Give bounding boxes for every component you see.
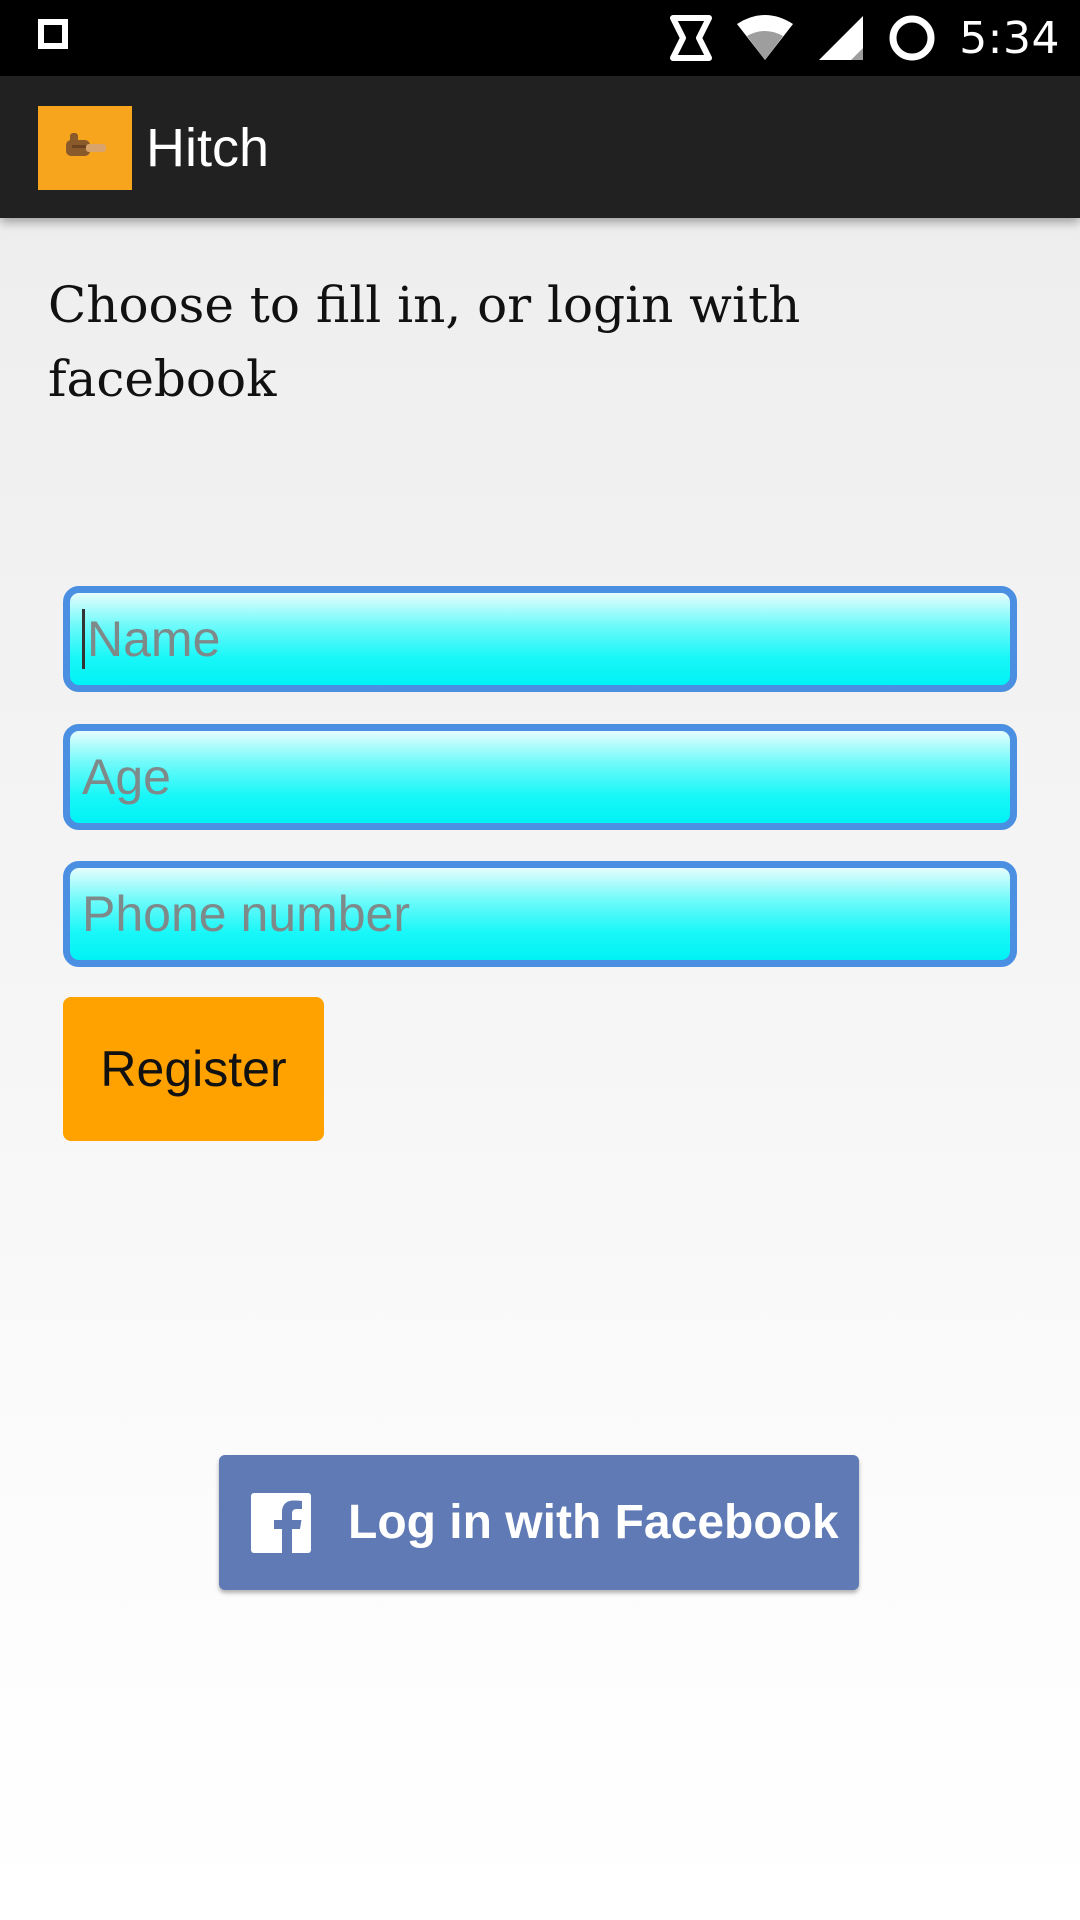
app-title: Hitch — [146, 118, 270, 178]
facebook-login-button[interactable]: Log in with Facebook — [219, 1455, 859, 1590]
cell-signal-icon — [817, 14, 865, 62]
name-field[interactable]: Name — [63, 586, 1017, 692]
app-logo — [38, 106, 132, 190]
facebook-f-icon — [251, 1492, 311, 1553]
data-sync-icon — [669, 14, 713, 62]
name-placeholder: Name — [87, 611, 221, 667]
register-button[interactable]: Register — [63, 997, 324, 1141]
status-bar: 5:34 — [0, 0, 1080, 76]
phone-number-placeholder: Phone number — [82, 886, 411, 942]
age-field[interactable]: Age — [63, 724, 1017, 830]
thumbs-up-hitchhike-icon — [62, 131, 108, 165]
age-placeholder: Age — [82, 749, 171, 805]
battery-ring-icon — [887, 13, 937, 63]
facebook-login-label: Log in with Facebook — [348, 1496, 839, 1549]
intro-text: Choose to fill in, or login with faceboo… — [48, 276, 801, 408]
status-icons: 5:34 — [669, 0, 1060, 76]
notification-square-icon — [38, 19, 68, 49]
text-caret — [82, 609, 85, 669]
wifi-icon — [735, 14, 795, 62]
app-bar: Hitch — [0, 76, 1080, 218]
status-time: 5:34 — [959, 12, 1060, 64]
phone-number-field[interactable]: Phone number — [63, 861, 1017, 967]
